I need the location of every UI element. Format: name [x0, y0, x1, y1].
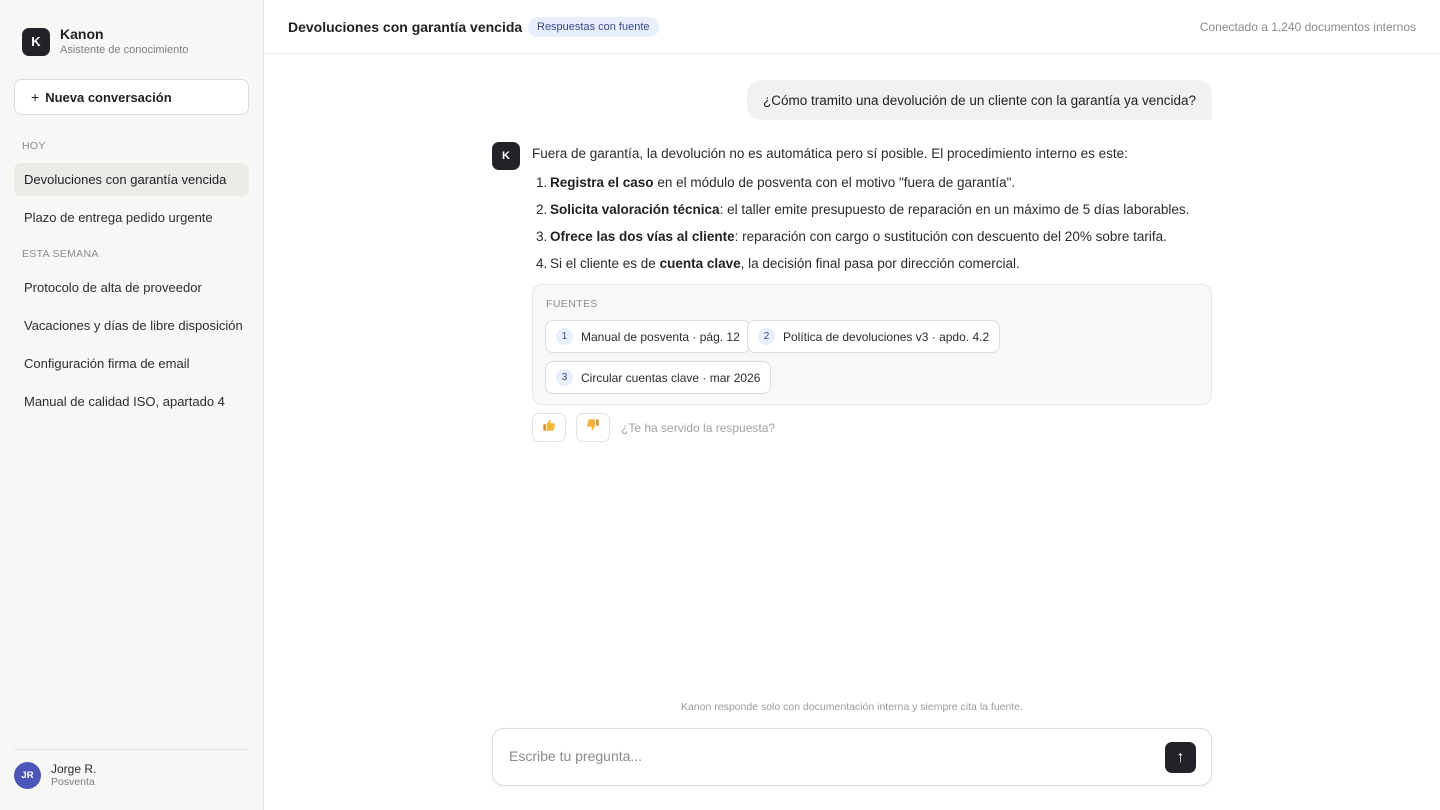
- step-text: , la decisión final pasa por dirección c…: [740, 256, 1020, 271]
- answer-intro: Fuera de garantía, la devolución no es a…: [532, 146, 1128, 161]
- source-label: Manual de posventa · pág. 12: [581, 329, 740, 344]
- new-conversation-button[interactable]: + Nueva conversación: [14, 79, 249, 115]
- feedback-question: ¿Te ha servido la respuesta?: [621, 421, 776, 435]
- thumbs-down-button[interactable]: [576, 413, 610, 442]
- source-number: 3: [556, 369, 573, 386]
- sidebar-item-devoluciones[interactable]: Devoluciones con garantía vencida: [14, 163, 249, 196]
- section-label-this-week: ESTA SEMANA: [22, 248, 99, 260]
- connection-status: Conectado a 1.240 documentos internos: [1199, 20, 1416, 34]
- source-number: 1: [556, 328, 573, 345]
- answer-step-4: 4. Si el cliente es de cuenta clave, la d…: [532, 255, 1212, 273]
- user-name: Jorge R.: [51, 762, 97, 776]
- section-label-today: HOY: [22, 140, 46, 152]
- new-conversation-label: Nueva conversación: [45, 89, 172, 105]
- source-chip-3[interactable]: 3 Circular cuentas clave · mar 2026: [545, 361, 772, 394]
- brand: K Kanon Asistente de conocimiento: [22, 26, 188, 57]
- brand-logo: K: [22, 27, 50, 56]
- answer-step-2: 2. Solicita valoración técnica: el taller…: [532, 201, 1212, 219]
- sidebar-item-plazo-entrega[interactable]: Plazo de entrega pedido urgente: [14, 201, 249, 234]
- step-number: 2.: [536, 202, 548, 217]
- user-text: Jorge R. Posventa: [51, 762, 96, 789]
- source-chip-2[interactable]: 2 Política de devoluciones v3 · apdo. 4.…: [747, 320, 1001, 353]
- user-profile[interactable]: JR Jorge R. Posventa: [14, 762, 96, 789]
- header: Devoluciones con garantía vencida Respue…: [264, 0, 1440, 54]
- step-bold: Registra el caso: [550, 175, 654, 190]
- sidebar-item-firma-email[interactable]: Configuración firma de email: [14, 347, 249, 380]
- assistant-avatar: K: [492, 142, 520, 170]
- assistant-answer: Fuera de garantía, la devolución no es a…: [532, 145, 1212, 282]
- app-subtitle: Asistente de conocimiento: [60, 44, 189, 56]
- answer-step-3: 3. Ofrece las dos vías al cliente: repara…: [532, 228, 1212, 246]
- page-title: Devoluciones con garantía vencida: [288, 19, 523, 35]
- composer-disclaimer: Kanon responde solo con documentación in…: [680, 701, 1024, 713]
- step-bold: Solicita valoración técnica: [550, 202, 720, 217]
- step-text: en el módulo de posventa con el motivo "…: [653, 175, 1016, 190]
- sidebar-divider: [14, 749, 249, 750]
- source-label: Política de devoluciones v3 · apdo. 4.2: [783, 329, 990, 344]
- source-label: Circular cuentas clave · mar 2026: [581, 370, 761, 385]
- thumbs-up-icon: [542, 418, 556, 437]
- source-number: 2: [758, 328, 775, 345]
- step-text: : el taller emite presupuesto de reparac…: [719, 202, 1190, 217]
- answer-step-1: 1. Registra el caso en el módulo de posve…: [532, 174, 1212, 192]
- avatar: JR: [14, 762, 41, 789]
- sources-label: FUENTES: [546, 298, 598, 310]
- sidebar: K Kanon Asistente de conocimiento + Nuev…: [0, 0, 264, 810]
- step-bold: cuenta clave: [659, 256, 741, 271]
- send-button[interactable]: ↑: [1165, 742, 1196, 773]
- app-name: Kanon: [60, 26, 104, 42]
- user-role: Posventa: [51, 776, 95, 788]
- sources-panel: FUENTES 1 Manual de posventa · pág. 12 2…: [532, 284, 1212, 405]
- step-number: 4.: [536, 256, 548, 271]
- step-text: : reparación con cargo o sustitución con…: [734, 229, 1167, 244]
- brand-text: Kanon Asistente de conocimiento: [60, 26, 188, 57]
- step-number: 3.: [536, 229, 548, 244]
- sidebar-item-vacaciones[interactable]: Vacaciones y días de libre disposición: [14, 309, 249, 342]
- answer-steps: 1. Registra el caso en el módulo de posve…: [532, 174, 1212, 273]
- sidebar-item-manual-calidad[interactable]: Manual de calidad ISO, apartado 4: [14, 385, 249, 418]
- thumbs-up-button[interactable]: [532, 413, 566, 442]
- step-number: 1.: [536, 175, 548, 190]
- plus-icon: +: [31, 89, 40, 105]
- source-chip-1[interactable]: 1 Manual de posventa · pág. 12: [545, 320, 751, 353]
- step-pre: Si el cliente es de: [550, 256, 660, 271]
- step-bold: Ofrece las dos vías al cliente: [550, 229, 735, 244]
- arrow-up-icon: ↑: [1176, 748, 1185, 766]
- sidebar-item-protocolo-proveedor[interactable]: Protocolo de alta de proveedor: [14, 271, 249, 304]
- thumbs-down-icon: [586, 418, 600, 437]
- question-input[interactable]: [509, 748, 1149, 764]
- user-message-bubble: ¿Cómo tramito una devolución de un clien…: [746, 80, 1212, 120]
- sources-badge: Respuestas con fuente: [528, 17, 659, 37]
- composer: ↑: [492, 728, 1212, 786]
